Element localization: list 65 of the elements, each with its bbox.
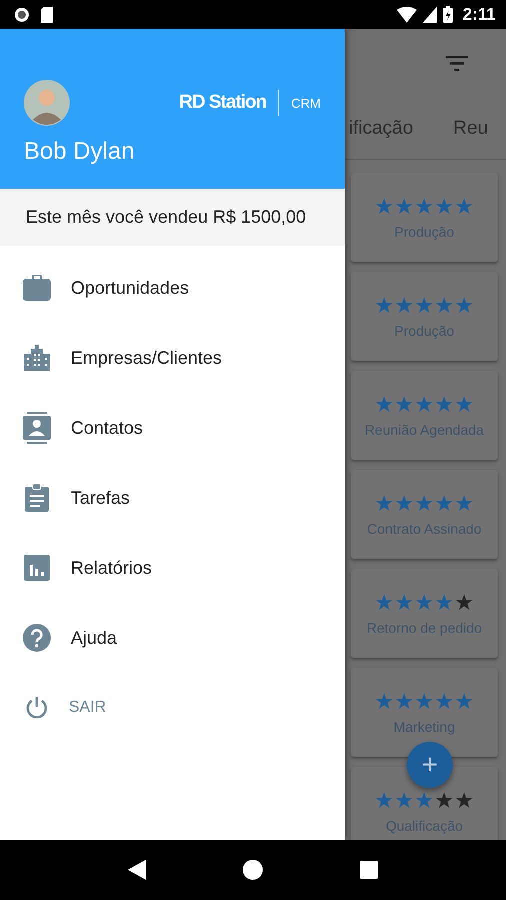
recents-icon[interactable] — [360, 861, 378, 879]
star-icon: ★ — [414, 690, 434, 712]
sd-card-icon — [40, 6, 54, 22]
home-icon[interactable] — [242, 860, 263, 880]
star-icon: ★ — [434, 690, 454, 712]
star-icon: ★ — [374, 394, 394, 416]
star-icon: ★ — [394, 790, 414, 812]
clipboard-icon — [23, 484, 51, 512]
signal-icon — [422, 6, 437, 22]
star-icon: ★ — [394, 492, 414, 514]
sales-summary: Este mês você vendeu R$ 1500,00 — [26, 207, 306, 228]
star-icon: ★ — [414, 294, 434, 316]
star-icon: ★ — [414, 492, 434, 514]
star-icon: ★ — [434, 394, 454, 416]
battery-icon — [442, 6, 453, 23]
star-icon: ★ — [454, 592, 474, 614]
menu-item[interactable]: Tarefas — [0, 463, 345, 533]
star-icon: ★ — [434, 592, 454, 614]
star-icon: ★ — [394, 196, 414, 218]
back-icon[interactable] — [128, 860, 146, 880]
help-icon — [23, 624, 51, 652]
star-icon: ★ — [394, 592, 414, 614]
star-icon: ★ — [374, 790, 394, 812]
star-icon: ★ — [454, 294, 474, 316]
menu-item[interactable]: Oportunidades — [0, 253, 345, 323]
brand-logo: RD Station — [179, 92, 266, 114]
star-icon: ★ — [374, 294, 394, 316]
star-icon: ★ — [414, 196, 434, 218]
wifi-icon — [396, 6, 417, 22]
menu-item[interactable]: Relatórios — [0, 533, 345, 603]
star-icon: ★ — [434, 492, 454, 514]
star-icon: ★ — [374, 196, 394, 218]
star-icon: ★ — [454, 492, 474, 514]
star-icon: ★ — [414, 790, 434, 812]
bar-chart-icon — [23, 555, 51, 581]
star-icon: ★ — [454, 394, 474, 416]
tab[interactable]: Reu — [453, 118, 488, 140]
avatar-icon — [24, 80, 70, 126]
logout-button[interactable]: SAIR — [0, 673, 345, 743]
user-name: Bob Dylan — [24, 138, 136, 166]
clock-time: 2:11 — [462, 4, 496, 24]
record-icon — [14, 6, 30, 22]
brand-suffix: CRM — [291, 96, 321, 110]
star-icon: ★ — [394, 394, 414, 416]
briefcase-icon — [23, 275, 51, 301]
star-icon: ★ — [434, 294, 454, 316]
star-icon: ★ — [454, 196, 474, 218]
star-icon: ★ — [374, 492, 394, 514]
star-icon: ★ — [454, 690, 474, 712]
star-icon: ★ — [434, 790, 454, 812]
building-icon — [23, 345, 51, 371]
star-icon: ★ — [394, 690, 414, 712]
menu-item[interactable]: Empresas/Clientes — [0, 323, 345, 393]
star-icon: ★ — [414, 394, 434, 416]
star-icon: ★ — [374, 690, 394, 712]
star-icon: ★ — [434, 196, 454, 218]
star-icon: ★ — [394, 294, 414, 316]
star-icon: ★ — [374, 592, 394, 614]
tab[interactable]: ificação — [349, 118, 414, 140]
star-icon: ★ — [414, 592, 434, 614]
menu-item[interactable]: Contatos — [0, 393, 345, 463]
star-icon: ★ — [454, 790, 474, 812]
filter-icon[interactable] — [446, 56, 468, 72]
contact-card-icon — [23, 412, 51, 444]
menu-item[interactable]: Ajuda — [0, 603, 345, 673]
